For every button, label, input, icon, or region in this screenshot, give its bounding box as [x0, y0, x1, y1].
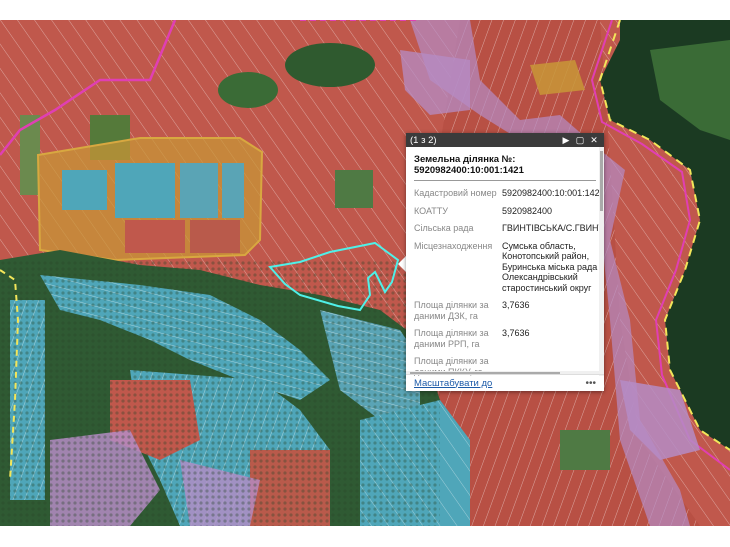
attribute-label: Сільська рада — [414, 223, 474, 233]
zoom-to-link[interactable]: Масштабувати до — [414, 378, 585, 389]
forest-patch-north — [285, 43, 375, 87]
popup-footer: Масштабувати до ••• — [406, 374, 604, 391]
popup-body[interactable]: Земельна ділянка №: 5920982400:10:001:14… — [406, 147, 604, 376]
attribute-row: Площа ділянки за даними ДЗК, га 3,7636 — [414, 297, 604, 325]
attribute-table: Кадастровий номер 5920982400:10:001:1421… — [414, 185, 604, 376]
blue-field-1 — [62, 170, 107, 210]
popup-vertical-scrollbar[interactable] — [599, 147, 604, 376]
village-texture — [0, 260, 440, 526]
attribute-value: 5920982400 — [502, 205, 553, 216]
close-icon[interactable]: ✕ — [588, 135, 600, 146]
bottom-white-band — [0, 526, 730, 547]
attribute-label: Площа ділянки за даними РРП, га — [414, 328, 489, 349]
popup-title-line1: Земельна ділянка №: — [414, 154, 516, 165]
next-feature-icon[interactable]: ▶ — [560, 135, 572, 146]
attribute-row: Площа ділянки за даними РРП, га 3,7636 — [414, 325, 604, 353]
attribute-label: Кадастровий номер — [414, 188, 497, 198]
red-field-1 — [125, 220, 185, 253]
popup-pager: (1 з 2) — [410, 134, 437, 146]
attribute-value: 3,7636 — [502, 328, 530, 338]
identify-popup[interactable]: (1 з 2) ▶ ▢ ✕ Земельна ділянка №: 592098… — [406, 133, 604, 391]
green-field-2 — [335, 170, 373, 208]
map-view[interactable] — [0, 20, 730, 526]
attribute-value: Сумська область, Конотопський район, Бур… — [502, 240, 598, 293]
attribute-label: Місцезнаходження — [414, 240, 493, 251]
popup-title-divider — [414, 180, 596, 181]
attribute-label: Площа ділянки за даними ДЗК, га — [414, 300, 489, 321]
more-actions-icon[interactable]: ••• — [585, 378, 596, 389]
top-white-band — [0, 0, 730, 20]
attribute-row: Сільська рада ГВИНТІВСЬКА/С.ГВИНТОВЕ — [414, 220, 604, 238]
attribute-value: 3,7636 — [502, 300, 530, 310]
attribute-row: КОАТТУ 5920982400 — [414, 203, 604, 221]
attribute-value: 5920982400:10:001:1421 — [502, 188, 604, 198]
popup-title: Земельна ділянка №: 5920982400:10:001:14… — [414, 154, 596, 176]
attribute-row: Місцезнаходження Сумська область, Коното… — [414, 238, 604, 298]
attribute-value: ГВИНТІВСЬКА/С.ГВИНТОВЕ — [502, 223, 604, 233]
popup-header: (1 з 2) ▶ ▢ ✕ — [406, 133, 604, 147]
attribute-row: Кадастровий номер 5920982400:10:001:1421 — [414, 185, 604, 203]
blue-field-3 — [180, 163, 218, 218]
orange-zone-northeast — [530, 60, 585, 95]
popup-title-line2: 5920982400:10:001:1421 — [414, 165, 524, 176]
red-field-2 — [190, 220, 240, 253]
scrollbar-thumb[interactable] — [600, 151, 603, 211]
blue-field-4 — [222, 163, 244, 218]
maximize-icon[interactable]: ▢ — [574, 135, 586, 146]
blue-field-2 — [115, 163, 175, 218]
green-field-south — [560, 430, 610, 470]
forest-patch-north-2 — [218, 72, 278, 108]
map-canvas[interactable] — [0, 20, 730, 526]
attribute-label: КОАТТУ — [414, 205, 448, 216]
